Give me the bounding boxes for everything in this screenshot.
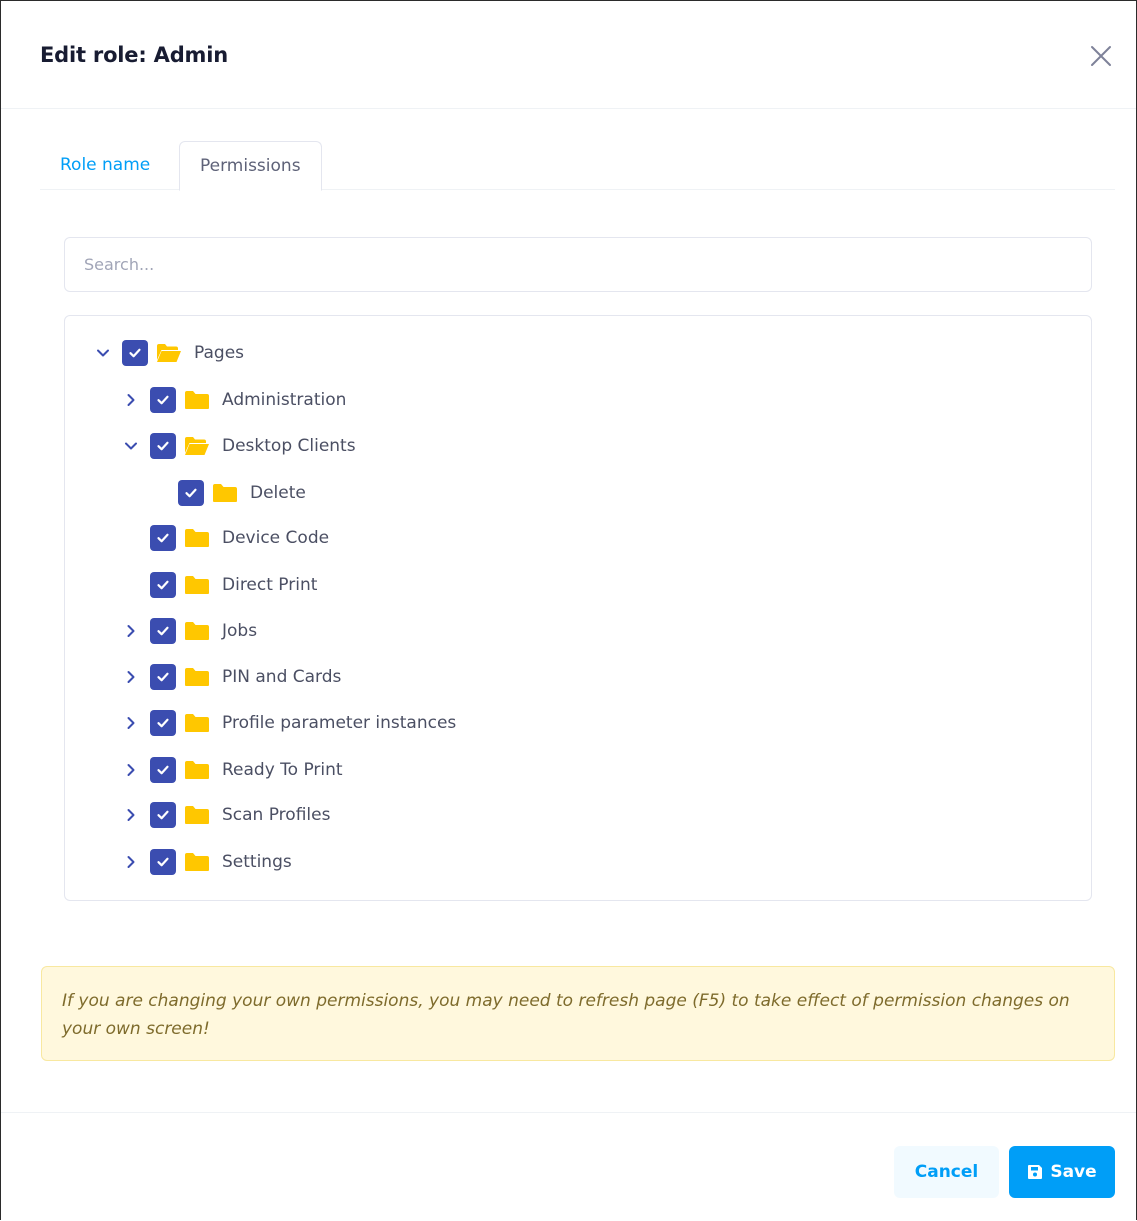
checkbox-checked[interactable] [150, 802, 176, 828]
tree-node-administration[interactable]: Administration [120, 384, 346, 416]
chevron-right-icon[interactable] [120, 666, 142, 688]
tree-node-direct-print[interactable]: Direct Print [120, 569, 317, 601]
chevron-down-icon[interactable] [120, 435, 142, 457]
folder-icon [184, 620, 210, 642]
tree-node-profile-parameter-instances[interactable]: Profile parameter instances [120, 707, 456, 739]
tree-node-settings[interactable]: Settings [120, 846, 292, 878]
floppy-disk-icon [1028, 1165, 1043, 1179]
cancel-label: Cancel [914, 1162, 979, 1182]
folder-icon [184, 804, 210, 826]
check-icon [157, 718, 169, 728]
folder-icon [184, 389, 210, 411]
checkbox-checked[interactable] [150, 664, 176, 690]
dialog-title: Edit role: Admin [40, 43, 228, 67]
checkbox-checked[interactable] [150, 572, 176, 598]
folder-open-icon [184, 435, 210, 457]
checkbox-checked[interactable] [150, 387, 176, 413]
folder-icon [184, 527, 210, 549]
chevron-right-icon[interactable] [120, 759, 142, 781]
checkbox-checked[interactable] [150, 618, 176, 644]
folder-icon [184, 712, 210, 734]
tree-node-label: Desktop Clients [222, 436, 356, 456]
dialog-footer: Cancel Save [1, 1112, 1136, 1221]
tree-node-label: Direct Print [222, 575, 318, 595]
tree-node-pin-and-cards[interactable]: PIN and Cards [120, 661, 341, 693]
check-icon [157, 765, 169, 775]
checkbox-checked[interactable] [150, 525, 176, 551]
tree-node-label: Jobs [222, 621, 258, 641]
tree-node-ready-to-print[interactable]: Ready To Print [120, 754, 343, 786]
permissions-tree: Pages Administration Desktop Clients Del… [64, 315, 1092, 901]
tree-node-desktop-clients[interactable]: Desktop Clients [120, 430, 356, 462]
folder-icon [184, 666, 210, 688]
tree-node-device-code[interactable]: Device Code [120, 522, 329, 554]
check-icon [157, 857, 169, 867]
tree-node-scan-profiles[interactable]: Scan Profiles [120, 799, 330, 831]
tree-node-label: Pages [194, 343, 245, 363]
check-icon [157, 810, 169, 820]
check-icon [129, 348, 141, 358]
checkbox-checked[interactable] [122, 340, 148, 366]
close-button[interactable] [1086, 41, 1116, 71]
checkbox-checked[interactable] [178, 480, 204, 506]
tree-node-label: Settings [222, 852, 292, 872]
save-button[interactable]: Save [1009, 1146, 1115, 1198]
alert-text: If you are changing your own permissions… [62, 991, 1070, 1039]
tab-role-name[interactable]: Role name [40, 141, 170, 190]
chevron-right-icon[interactable] [120, 389, 142, 411]
tab-permissions[interactable]: Permissions [179, 141, 322, 191]
search-input[interactable] [64, 237, 1092, 292]
tree-node-delete[interactable]: Delete [148, 477, 306, 509]
folder-icon [212, 482, 238, 504]
check-icon [157, 533, 169, 543]
check-icon [157, 580, 169, 590]
tab-bar: Role name Permissions [40, 141, 1115, 191]
check-icon [157, 441, 169, 451]
checkbox-checked[interactable] [150, 710, 176, 736]
chevron-right-icon[interactable] [120, 851, 142, 873]
tree-node-pages[interactable]: Pages [92, 337, 244, 369]
check-icon [185, 488, 197, 498]
tree-node-label: PIN and Cards [222, 667, 342, 687]
tree-node-label: Device Code [222, 528, 330, 548]
dialog-header: Edit role: Admin [1, 1, 1136, 109]
tree-node-label: Ready To Print [222, 760, 343, 780]
tree-node-jobs[interactable]: Jobs [120, 615, 257, 647]
checkbox-checked[interactable] [150, 757, 176, 783]
checkbox-checked[interactable] [150, 849, 176, 875]
tree-node-label: Scan Profiles [222, 805, 331, 825]
folder-icon [184, 759, 210, 781]
save-label: Save [1050, 1162, 1097, 1182]
chevron-right-icon[interactable] [120, 620, 142, 642]
check-icon [157, 672, 169, 682]
chevron-right-icon[interactable] [120, 712, 142, 734]
edit-role-dialog: Edit role: Admin Role name Permissions P… [0, 0, 1137, 1220]
check-icon [157, 395, 169, 405]
tree-node-label: Administration [222, 390, 347, 410]
tree-node-label: Profile parameter instances [222, 713, 457, 733]
cancel-button[interactable]: Cancel [894, 1146, 999, 1198]
folder-open-icon [156, 342, 182, 364]
checkbox-checked[interactable] [150, 433, 176, 459]
close-icon [1091, 46, 1111, 66]
warning-alert: If you are changing your own permissions… [41, 966, 1115, 1061]
tree-node-label: Delete [250, 483, 306, 503]
chevron-right-icon[interactable] [120, 804, 142, 826]
chevron-down-icon[interactable] [92, 342, 114, 364]
folder-icon [184, 574, 210, 596]
folder-icon [184, 851, 210, 873]
check-icon [157, 626, 169, 636]
